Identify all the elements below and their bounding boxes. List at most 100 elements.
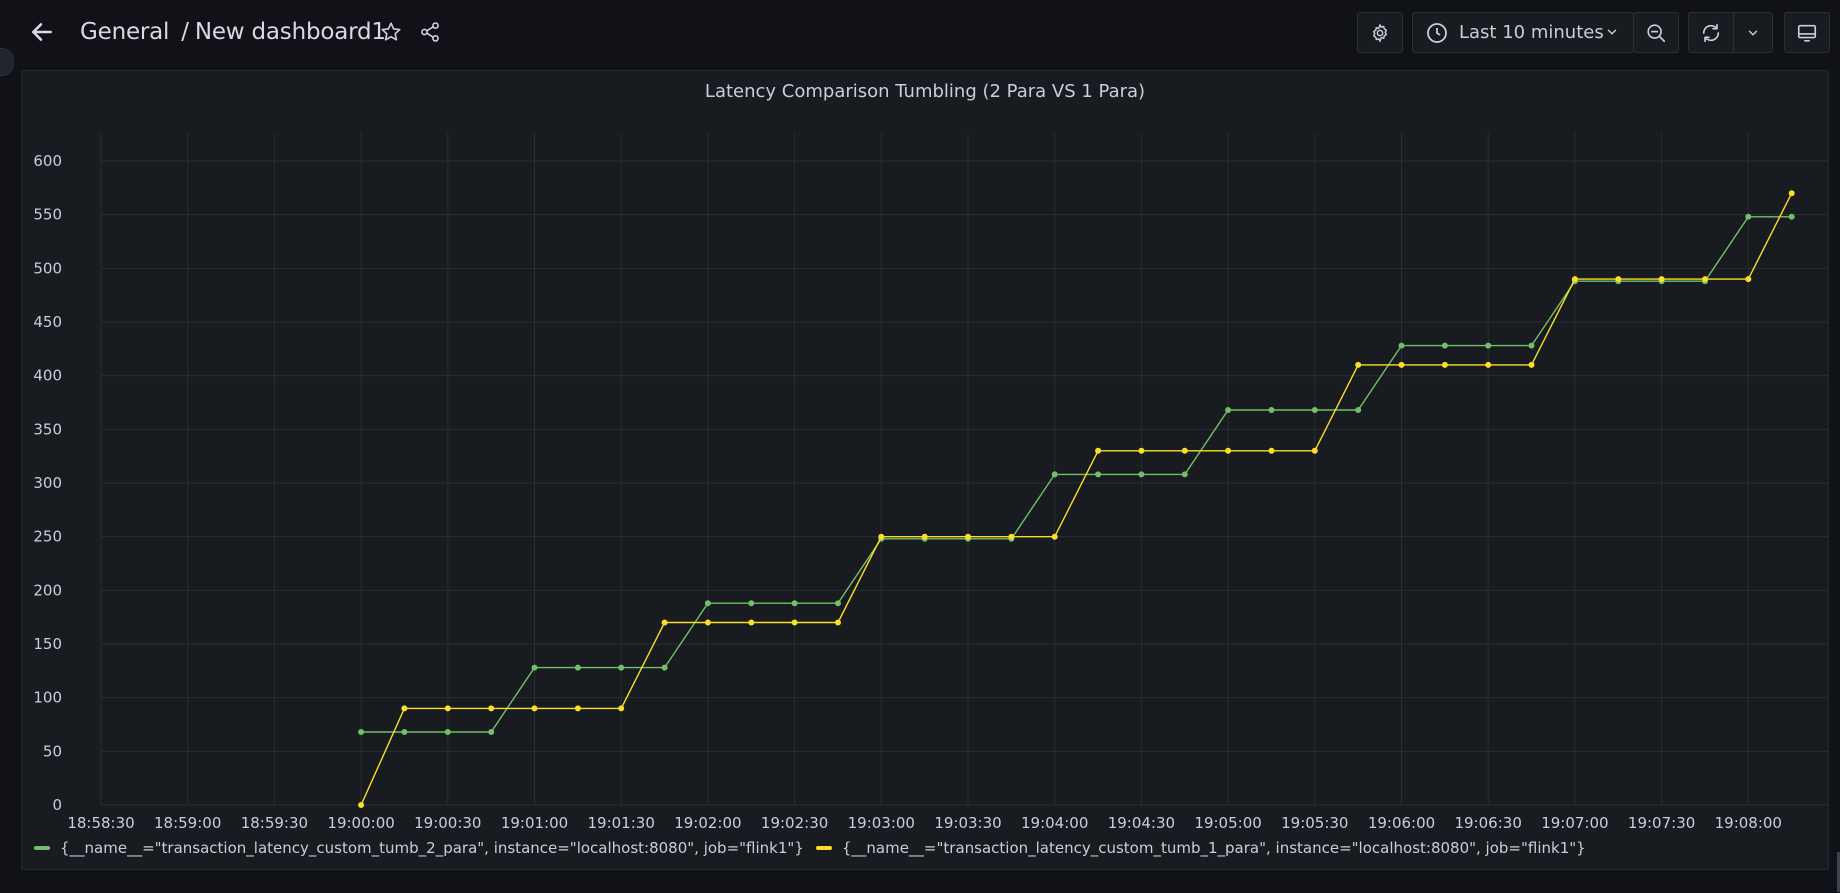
data-point <box>1181 471 1188 478</box>
legend-item-1-para[interactable]: {__name__="transaction_latency_custom_tu… <box>815 839 1586 857</box>
series-line-2-para <box>361 216 1792 733</box>
data-point <box>1095 447 1102 454</box>
data-point <box>1051 533 1058 540</box>
data-point <box>1528 342 1535 349</box>
zoom-out-button[interactable] <box>1633 12 1679 53</box>
graph-panel: Latency Comparison Tumbling (2 Para VS 1… <box>21 70 1829 870</box>
data-point <box>704 600 711 607</box>
data-point <box>488 705 495 712</box>
data-point <box>401 705 408 712</box>
y-tick-label: 450 <box>33 313 62 331</box>
legend-label-1-para: {__name__="transaction_latency_custom_tu… <box>841 839 1586 857</box>
data-point <box>531 705 538 712</box>
data-point <box>444 729 451 735</box>
data-point <box>1268 407 1275 413</box>
x-tick-label: 19:06:00 <box>1368 814 1435 831</box>
y-tick-label: 200 <box>33 581 62 599</box>
x-tick-label: 19:01:00 <box>501 814 568 831</box>
legend-swatch-yellow <box>815 846 832 850</box>
x-tick-label: 19:08:00 <box>1715 814 1782 831</box>
kiosk-mode-button[interactable] <box>1784 12 1830 53</box>
data-point <box>1355 407 1362 413</box>
breadcrumb-folder[interactable]: General <box>80 19 169 45</box>
back-button[interactable] <box>24 14 60 50</box>
x-tick-label: 19:03:30 <box>934 814 1001 831</box>
data-point <box>618 705 625 712</box>
refresh-icon <box>1702 23 1720 42</box>
y-tick-label: 0 <box>52 796 62 814</box>
refresh-interval-dropdown[interactable] <box>1733 12 1773 53</box>
legend-label-2-para: {__name__="transaction_latency_custom_tu… <box>60 839 804 857</box>
data-point <box>358 802 365 808</box>
data-point <box>1658 276 1665 283</box>
y-tick-label: 250 <box>33 528 62 546</box>
data-point <box>1615 276 1622 283</box>
data-point <box>748 619 755 626</box>
data-point <box>1571 276 1578 283</box>
y-tick-label: 100 <box>33 689 62 707</box>
x-tick-label: 19:03:00 <box>848 814 915 831</box>
monitor-icon <box>1797 24 1817 42</box>
data-point <box>574 705 581 712</box>
time-range-picker[interactable]: Last 10 minutes <box>1412 12 1634 53</box>
data-point <box>618 664 625 671</box>
data-point <box>358 729 365 735</box>
share-button[interactable] <box>413 15 447 49</box>
x-tick-label: 18:58:30 <box>67 814 134 831</box>
legend-item-2-para[interactable]: {__name__="transaction_latency_custom_tu… <box>34 839 804 857</box>
x-tick-label: 19:02:30 <box>761 814 828 831</box>
dashboard-title[interactable]: New dashboard1 <box>195 19 386 45</box>
data-point <box>791 619 798 626</box>
time-range-label: Last 10 minutes <box>1459 22 1604 43</box>
data-point <box>1745 213 1752 220</box>
favorite-button[interactable] <box>374 15 408 49</box>
x-tick-label: 19:07:00 <box>1541 814 1608 831</box>
legend-swatch-green <box>34 846 50 850</box>
series-line-1-para <box>360 192 1793 806</box>
data-point <box>921 533 928 540</box>
y-tick-label: 300 <box>33 474 62 492</box>
data-point <box>835 600 841 607</box>
data-point <box>1398 361 1405 368</box>
y-tick-label: 50 <box>43 742 62 760</box>
data-point <box>965 533 971 540</box>
star-icon <box>381 22 401 41</box>
data-point <box>1485 361 1492 368</box>
x-tick-label: 18:59:30 <box>241 814 308 831</box>
dashboard-settings-button[interactable] <box>1357 12 1403 53</box>
data-point <box>1355 361 1362 368</box>
data-point <box>1485 342 1492 349</box>
y-tick-label: 350 <box>33 420 62 438</box>
x-tick-label: 19:04:30 <box>1108 814 1175 831</box>
data-point <box>1311 447 1318 454</box>
y-tick-label: 500 <box>33 259 62 277</box>
data-point <box>878 533 885 540</box>
x-tick-label: 19:06:30 <box>1455 814 1522 831</box>
data-point <box>1008 533 1015 540</box>
data-point <box>661 664 668 671</box>
x-tick-label: 19:00:30 <box>414 814 481 831</box>
time-series-chart[interactable]: 0 50 100 150 200 250 300 350 400 450 500 550 600 18:5… <box>22 71 1828 831</box>
share-icon <box>421 22 439 42</box>
data-point <box>531 664 538 671</box>
chevron-down-icon <box>1748 30 1758 36</box>
chart-legend: {__name__="transaction_latency_custom_tu… <box>34 837 1598 859</box>
data-point <box>488 729 495 735</box>
x-tick-label: 19:05:30 <box>1281 814 1348 831</box>
data-point <box>1181 447 1188 454</box>
data-point <box>1051 471 1058 478</box>
refresh-button[interactable] <box>1688 12 1734 53</box>
data-point <box>401 729 408 735</box>
data-point <box>1138 447 1145 454</box>
data-point <box>1268 447 1275 454</box>
y-tick-label: 150 <box>33 635 62 653</box>
data-point <box>791 600 798 607</box>
x-tick-label: 19:05:00 <box>1194 814 1261 831</box>
data-point <box>574 664 581 671</box>
top-navbar: General / New dashboard1 Last 10 minutes <box>0 0 1840 64</box>
data-point <box>1702 276 1708 283</box>
data-point <box>1745 276 1752 283</box>
arrow-left-icon <box>32 23 52 41</box>
x-tick-label: 19:01:30 <box>588 814 655 831</box>
data-point <box>748 600 755 607</box>
